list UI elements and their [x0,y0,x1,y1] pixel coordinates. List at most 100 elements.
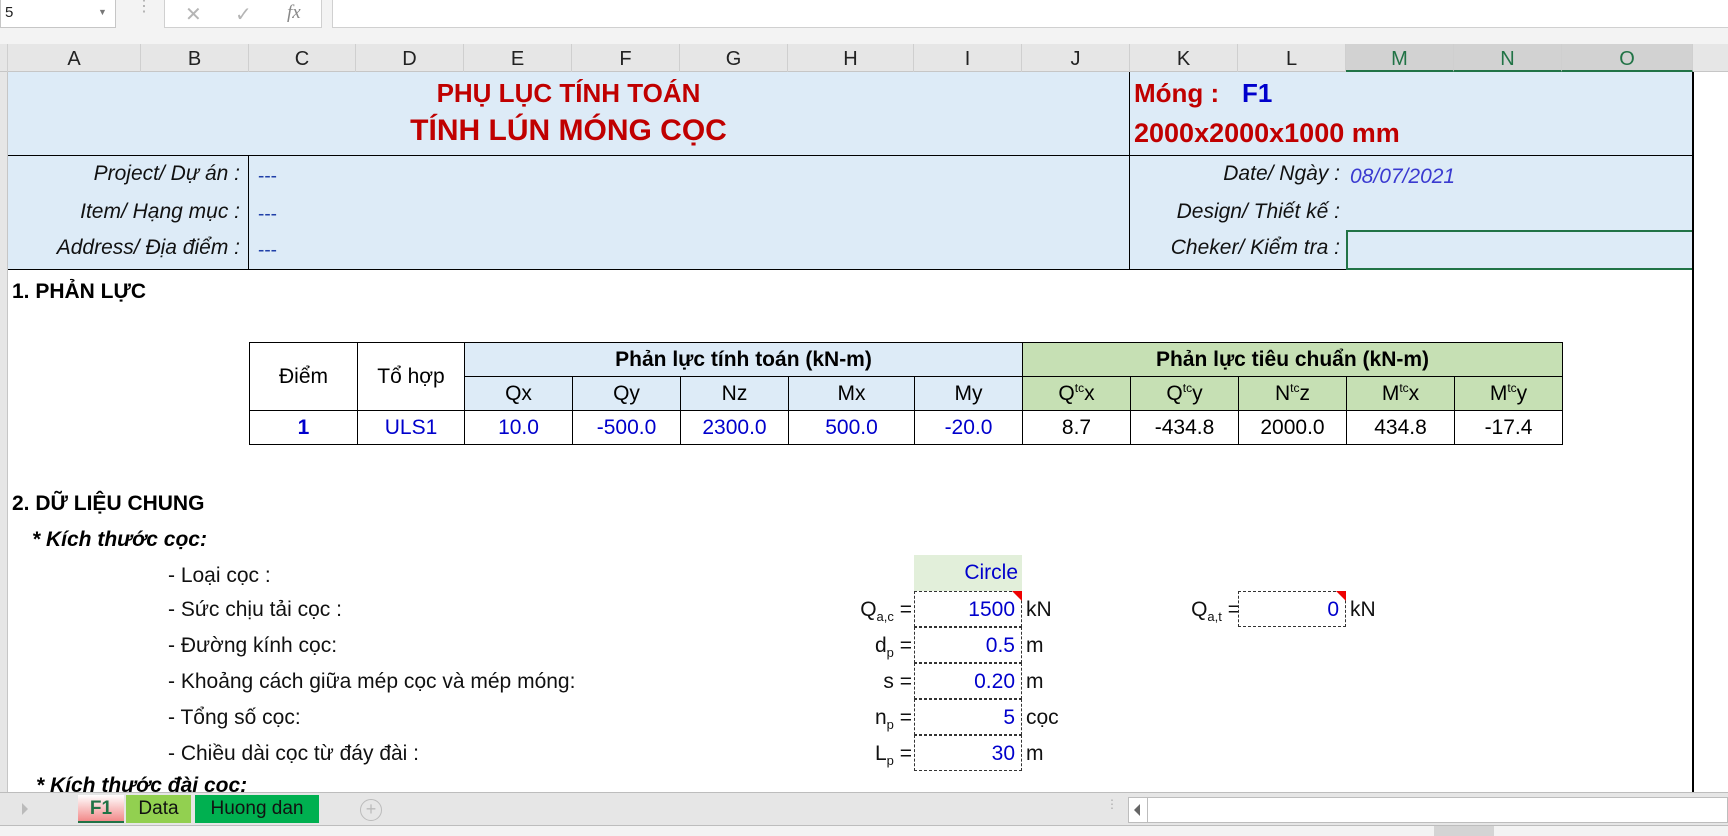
row-headers[interactable] [0,72,8,792]
param-symbol: Qa,c = [788,598,912,624]
select-all-corner[interactable] [0,44,8,72]
header-base: M [1381,382,1400,405]
cell-qtc-y[interactable]: -434.8 [1130,410,1239,445]
header-point: Điểm [249,342,358,411]
header-standard-reactions: Phản lực tiêu chuẩn (kN-m) [1022,342,1563,377]
header-sup: tc [1290,381,1300,395]
tension-unit: kN [1350,598,1376,621]
header-sub: y [1516,382,1528,405]
equals-sign: = [893,634,912,657]
cell-qy[interactable]: -500.0 [572,410,681,445]
cell-ntc-z[interactable]: 2000.0 [1238,410,1347,445]
comment-indicator-icon[interactable] [1336,591,1346,601]
insert-function-icon[interactable]: fx [287,2,301,24]
symbol-subscript: a,t [1207,609,1222,625]
pile-type-label: - Loại cọc : [168,564,271,587]
header-design-reactions: Phản lực tính toán (kN-m) [464,342,1023,377]
column-header-o[interactable]: O [1562,44,1693,72]
symbol-base: L [874,742,887,765]
foundation-label: Móng : [1134,78,1220,108]
tension-capacity-input[interactable]: 0 [1238,591,1346,627]
cell-point[interactable]: 1 [249,410,358,445]
table-header-row: Điểm Tổ hợp Phản lực tính toán (kN-m) Ph… [249,342,1563,411]
header-qtc-x: Qtcx [1022,376,1131,411]
param-value-input[interactable]: 1500 [914,591,1022,627]
address-value[interactable]: --- [258,240,277,262]
project-label: Project/ Dự án : [93,162,240,185]
column-header-f[interactable]: F [572,44,680,72]
cell-combo[interactable]: ULS1 [357,410,465,445]
column-header-e[interactable]: E [464,44,572,72]
section-1-title: 1. PHẢN LỰC [12,280,147,303]
symbol-base: s [883,670,894,693]
header-sup: tc [1182,381,1193,395]
splitter-grip-icon[interactable]: ⋮ [1106,798,1118,810]
pile-type-value[interactable]: Circle [914,555,1022,591]
param-value-input[interactable]: 0.5 [914,627,1022,663]
column-header-l[interactable]: L [1238,44,1346,72]
cancel-icon[interactable]: ✕ [185,2,202,27]
param-label: - Đường kính cọc: [168,634,338,657]
cell-mtc-x[interactable]: 434.8 [1346,410,1455,445]
sheet-tab-huong-dan[interactable]: Huong dan [195,795,319,823]
scroll-left-icon[interactable] [1128,797,1148,823]
column-header-j[interactable]: J [1022,44,1130,72]
tab-scroll-icon[interactable] [22,803,28,815]
header-mtc-y: Mtcy [1454,376,1563,411]
param-value-input[interactable]: 0.20 [914,663,1022,699]
cell-mx[interactable]: 500.0 [788,410,915,445]
column-header-a[interactable]: A [8,44,141,72]
cell-my[interactable]: -20.0 [914,410,1023,445]
param-value: 5 [1003,706,1015,729]
enter-icon[interactable]: ✓ [235,2,252,27]
column-header-c[interactable]: C [249,44,356,72]
column-header-k[interactable]: K [1130,44,1238,72]
pile-dimensions-heading: * Kích thước cọc: [32,528,207,551]
formula-bar-grip-icon[interactable]: ⋮ [136,0,152,15]
worksheet-grid[interactable]: PHỤ LỤC TÍNH TOÁN TÍNH LÚN MÓNG CỌC Móng… [8,72,1694,792]
name-box-dropdown-icon[interactable]: ▼ [98,7,107,17]
selected-cell[interactable] [1346,230,1692,270]
formula-input[interactable] [332,0,1728,28]
sheet-tab-f1[interactable]: F1 [78,795,124,823]
comment-indicator-icon[interactable] [1012,591,1022,601]
design-label: Design/ Thiết kế : [1176,200,1340,223]
project-value[interactable]: --- [258,166,277,188]
param-value-input[interactable]: 30 [914,735,1022,771]
header-base: Q [1166,382,1183,405]
cell-nz[interactable]: 2300.0 [680,410,789,445]
column-header-d[interactable]: D [356,44,464,72]
param-value-input[interactable]: 5 [914,699,1022,735]
item-label: Item/ Hạng mục : [80,200,240,223]
fill-handle[interactable] [1692,266,1694,273]
column-header-i[interactable]: I [914,44,1022,72]
equals-sign: = [893,598,912,621]
cell-mtc-y[interactable]: -17.4 [1454,410,1563,445]
param-value: 0.20 [974,670,1015,693]
item-value[interactable]: --- [258,204,277,226]
sheet-tab-bar: F1 Data Huong dan + ⋮ [0,792,1728,826]
column-header-b[interactable]: B [141,44,249,72]
table-row: 1 ULS1 10.0 -500.0 2300.0 500.0 -20.0 8.… [249,410,1563,445]
date-value[interactable]: 08/07/2021 [1350,165,1455,189]
foundation-dimensions: 2000x2000x1000 mm [1134,118,1400,148]
cell-qx[interactable]: 10.0 [464,410,573,445]
column-header-g[interactable]: G [680,44,788,72]
date-label: Date/ Ngày : [1223,162,1340,185]
param-symbol: np = [788,706,912,732]
horizontal-scrollbar[interactable] [1128,797,1728,823]
reaction-table: Điểm Tổ hợp Phản lực tính toán (kN-m) Ph… [249,342,1563,445]
header-sub: y [1192,382,1203,405]
tension-value: 0 [1327,598,1339,621]
report-subtitle: TÍNH LÚN MÓNG CỌC [410,114,727,147]
column-header-n[interactable]: N [1454,44,1562,72]
symbol-base: n [874,706,887,729]
column-header-m[interactable]: M [1346,44,1454,72]
add-sheet-icon[interactable]: + [360,799,382,821]
normal-view-icon[interactable] [1434,826,1494,836]
sheet-tab-data[interactable]: Data [126,795,191,823]
header-sup: tc [1074,381,1085,395]
cell-qtc-x[interactable]: 8.7 [1022,410,1131,445]
column-header-h[interactable]: H [788,44,914,72]
header-sup: tc [1507,381,1517,395]
